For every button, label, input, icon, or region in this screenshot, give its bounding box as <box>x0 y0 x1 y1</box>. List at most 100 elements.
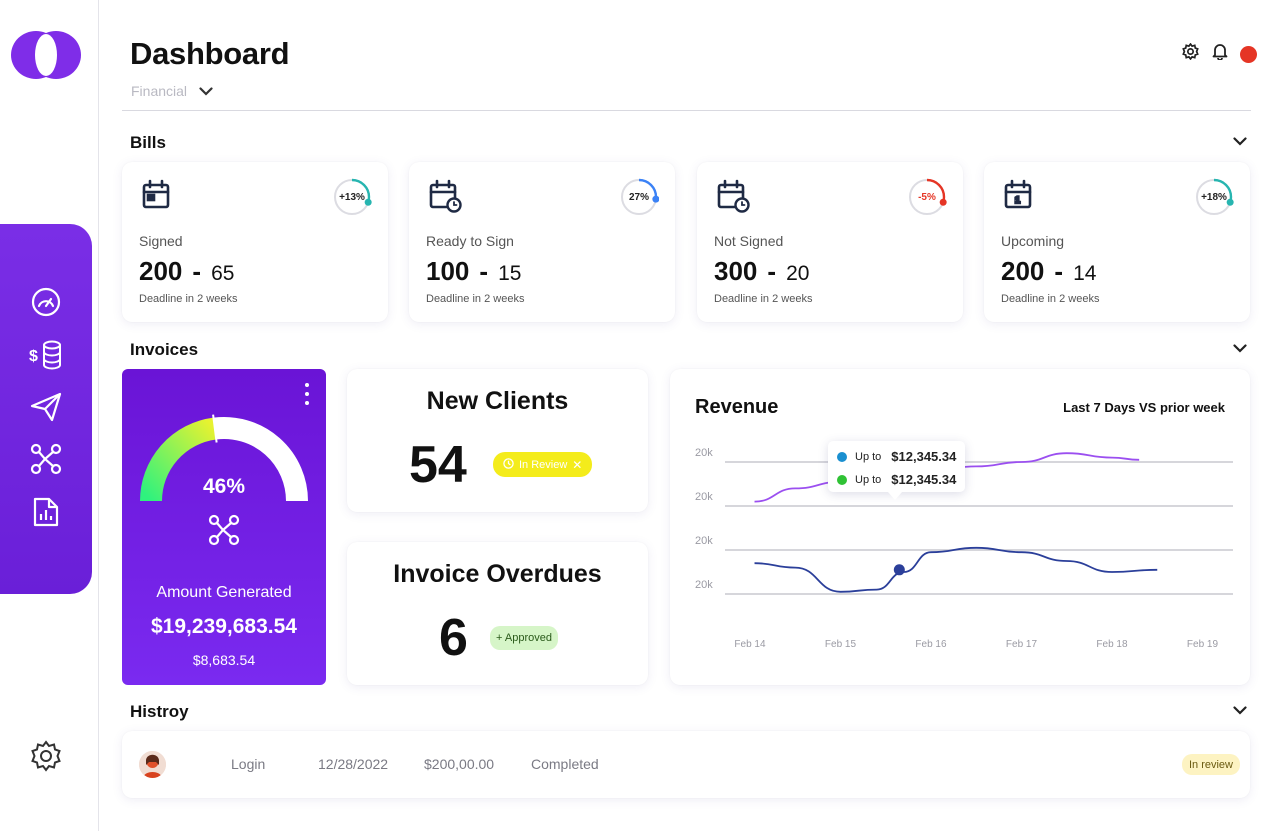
y-tick-label: 20k <box>695 447 713 459</box>
bill-card[interactable]: -5% Not Signed 300-20 Deadline in 2 weeks <box>697 162 963 322</box>
new-clients-value: 54 <box>409 436 467 494</box>
series-line-prior <box>754 546 1158 593</box>
dollar-database-icon: $ <box>29 339 63 376</box>
bill-deadline: Deadline in 2 weeks <box>1001 293 1100 305</box>
calendar-icon <box>428 179 462 218</box>
amount-generated-sub-value: $8,683.54 <box>192 652 256 668</box>
tooltip-value: $12,345.34 <box>891 449 957 464</box>
in-review-badge[interactable]: In review <box>1181 754 1240 775</box>
change-ring: +18% <box>1194 177 1234 217</box>
section-title-bills: Bills <box>130 133 166 152</box>
svg-text:$: $ <box>29 348 38 365</box>
close-icon[interactable]: ✕ <box>572 458 582 472</box>
header-divider <box>122 110 1251 111</box>
amount-generated-label: Amount Generated <box>156 584 292 601</box>
approved-badge[interactable]: + Approved <box>490 626 558 650</box>
revenue-title: Revenue <box>695 396 779 418</box>
sidebar-item-messages[interactable] <box>28 391 64 427</box>
share-nodes-icon <box>208 514 240 551</box>
sidebar-settings-button[interactable] <box>28 739 64 777</box>
separator: - <box>767 256 777 286</box>
history-status: Completed <box>531 756 599 772</box>
bill-total: 200 <box>139 256 183 286</box>
bill-total: 200 <box>1001 256 1045 286</box>
header-actions <box>1180 42 1257 64</box>
bills-collapse-button[interactable] <box>1230 132 1250 152</box>
in-review-label: In Review <box>519 458 568 471</box>
x-tick-label: Feb 15 <box>825 639 857 650</box>
bill-counts: 200-14 <box>1001 256 1096 287</box>
bill-count: 20 <box>786 262 810 285</box>
sidebar-nav: $ <box>0 224 92 594</box>
bill-counts: 100-15 <box>426 256 521 287</box>
y-tick-label: 20k <box>695 579 713 591</box>
change-ring: 27% <box>619 177 660 217</box>
page-title: Dashboard <box>130 36 290 71</box>
x-tick-label: Feb 17 <box>1006 639 1038 650</box>
bill-total: 100 <box>426 256 470 286</box>
change-percent: -5% <box>918 191 936 203</box>
history-amount: $200,00.00 <box>424 756 495 772</box>
change-ring: -5% <box>907 177 947 217</box>
x-tick-label: Feb 14 <box>734 639 766 650</box>
revenue-chart-card: 20k 20k 20k 20k Feb 14 Feb 15 Feb 16 Feb 17 Feb … <box>670 369 1250 685</box>
separator: - <box>479 256 489 286</box>
calendar-icon <box>716 179 750 218</box>
clock-icon <box>503 457 514 472</box>
bill-total: 300 <box>714 256 758 286</box>
share-nodes-icon <box>30 443 62 480</box>
invoice-overdues-card: Invoice Overdues 6 + Approved <box>347 542 648 685</box>
bill-card[interactable]: 1 +18% Upcoming 200-14 Deadline in 2 weeks <box>984 162 1250 322</box>
bill-count: 14 <box>1073 262 1097 285</box>
in-review-badge[interactable]: In Review ✕ <box>493 452 593 477</box>
history-collapse-button[interactable] <box>1230 701 1250 721</box>
bill-card[interactable]: 27% Ready to Sign 100-15 Deadline in 2 week… <box>409 162 675 322</box>
chevron-down-icon <box>1233 340 1247 358</box>
series-color-dot <box>837 451 847 462</box>
history-date: 12/28/2022 <box>318 756 389 772</box>
series-color-dot <box>837 474 847 485</box>
calendar-icon: 1 <box>1003 179 1037 218</box>
x-tick-label: Feb 18 <box>1096 639 1128 650</box>
bill-deadline: Deadline in 2 weeks <box>714 293 813 305</box>
history-action: Login <box>231 756 266 772</box>
sidebar-item-network[interactable] <box>28 443 64 479</box>
chart-tooltip: Up to $12,345.34 Up to $12,345.34 <box>828 441 965 500</box>
bill-card[interactable]: +13% Signed 200-65 Deadline in 2 weeks <box>122 162 388 322</box>
new-clients-card: New Clients 54 In Review ✕ <box>347 369 648 512</box>
change-ring: +13% <box>332 177 372 217</box>
avatar <box>139 751 166 778</box>
gear-icon <box>30 739 62 777</box>
tooltip-label: Up to <box>855 473 882 486</box>
gauge-percent: 46% <box>202 475 246 498</box>
history-row[interactable]: Login 12/28/2022 $200,00.00 Completed In… <box>122 731 1250 798</box>
report-file-icon <box>32 496 60 533</box>
svg-text:1: 1 <box>1015 195 1020 205</box>
notifications-button[interactable] <box>1210 44 1230 64</box>
dashboard-type-dropdown[interactable]: Financial <box>131 83 213 99</box>
dashboard-type-label: Financial <box>131 83 188 99</box>
sidebar-item-dashboard[interactable] <box>28 286 64 322</box>
section-title-invoices: Invoices <box>130 340 199 359</box>
status-indicator[interactable] <box>1240 45 1257 63</box>
chevron-down-icon <box>1233 133 1247 151</box>
tooltip-row: Up to $12,345.34 <box>837 449 956 464</box>
brand-logo[interactable] <box>10 30 82 80</box>
dashboard-app: $ Dashboard Financial Bills +13% Signed … <box>0 0 1280 831</box>
invoice-overdues-value: 6 <box>439 609 468 667</box>
tooltip-value: $12,345.34 <box>891 472 957 487</box>
amount-generated-card: 46% Amount Generated $19,239,683.54 $8,6… <box>122 369 326 685</box>
sidebar-item-reports[interactable] <box>28 496 64 532</box>
bill-deadline: Deadline in 2 weeks <box>426 293 525 305</box>
chevron-down-icon <box>199 83 213 99</box>
sidebar-item-finance[interactable]: $ <box>28 339 64 375</box>
tooltip-label: Up to <box>855 450 882 463</box>
chevron-down-icon <box>1233 702 1247 720</box>
revenue-period-selector[interactable]: Last 7 Days VS prior week <box>1063 400 1225 415</box>
invoices-collapse-button[interactable] <box>1230 339 1250 359</box>
tooltip-row: Up to $12,345.34 <box>837 472 956 487</box>
settings-button[interactable] <box>1180 42 1200 64</box>
bill-label: Signed <box>139 233 183 249</box>
bill-label: Ready to Sign <box>426 233 514 249</box>
bill-counts: 200-65 <box>139 256 234 287</box>
